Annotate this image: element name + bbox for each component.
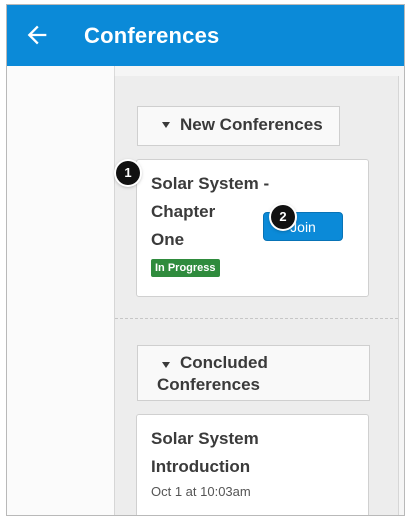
- conference-name: Solar System - Chapter One: [151, 174, 270, 249]
- caret-down-icon: [162, 362, 170, 368]
- app-bar: Conferences: [7, 5, 404, 66]
- callout-1: 1: [116, 161, 140, 185]
- conference-card: Solar System Introduction Oct 1 at 10:03…: [136, 414, 369, 515]
- conference-card: Solar System - Chapter One In Progress J…: [136, 159, 369, 297]
- conference-date: Oct 1 at 10:03am: [151, 484, 251, 499]
- callout-2: 2: [271, 205, 295, 229]
- page-title: Conferences: [84, 23, 220, 48]
- main-content: New Conferences Solar System - Chapter O…: [7, 66, 404, 515]
- concluded-conferences-label-line1: Concluded: [180, 353, 268, 372]
- new-conferences-toggle[interactable]: New Conferences: [137, 106, 340, 146]
- left-pane: [7, 66, 115, 515]
- concluded-conferences-label-line2: Conferences: [157, 375, 260, 394]
- caret-down-icon: [162, 122, 170, 128]
- status-badge: In Progress: [151, 259, 220, 277]
- section-divider: [115, 318, 398, 319]
- app-window: Conferences New Conferences Solar System…: [6, 4, 405, 516]
- new-conferences-label: New Conferences: [180, 115, 323, 134]
- concluded-conferences-toggle[interactable]: Concluded Conferences: [137, 345, 370, 401]
- conference-name: Solar System Introduction: [151, 429, 259, 476]
- conferences-panel: New Conferences Solar System - Chapter O…: [114, 76, 399, 515]
- arrow-left-icon[interactable]: [23, 21, 51, 49]
